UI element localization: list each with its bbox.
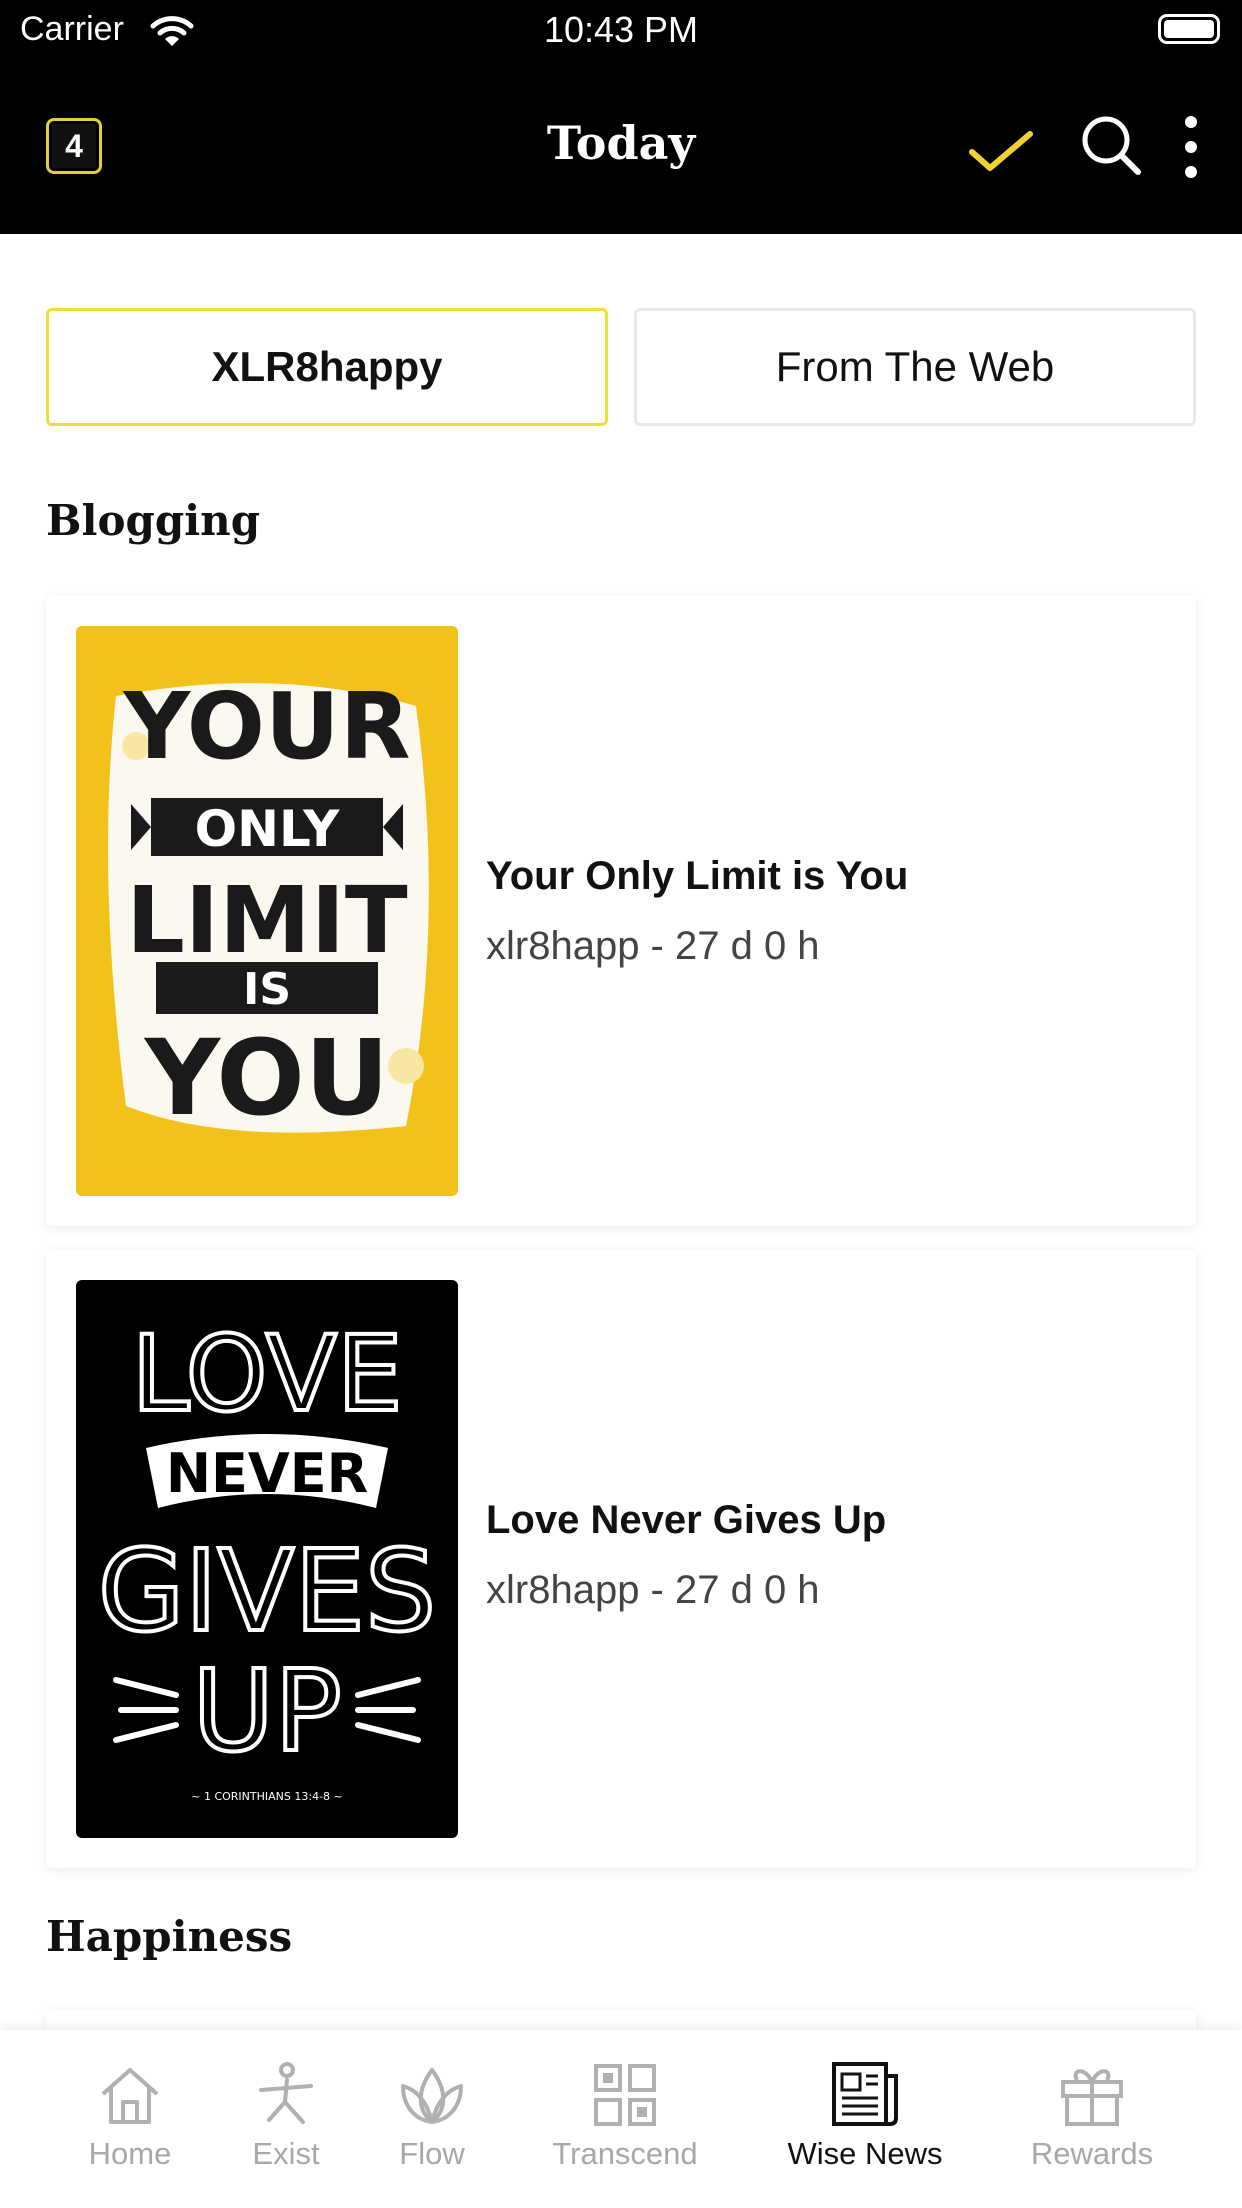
post-title[interactable]: Love Never Gives Up [486,1498,886,1543]
tab-home[interactable]: Home [70,2060,190,2172]
poster-word: ONLY [195,800,340,858]
poster-word: IS [243,964,291,1015]
poster-verse: ~ 1 CORINTHIANS 13:4-8 ~ [191,1790,343,1803]
battery-icon [1158,14,1220,44]
tab-label: Rewards [1030,2136,1154,2171]
segment-xlr8happy[interactable]: XLR8happy [46,308,608,426]
status-bar: Carrier 10:43 PM [0,0,1242,66]
poster-word: NEVER [166,1442,368,1505]
tab-flow[interactable]: Flow [382,2060,482,2172]
post-card[interactable]: YOUR ONLY LIMIT IS YOU Your Only Limit i… [46,596,1196,1226]
status-time: 10:43 PM [543,9,699,50]
poster-word: LOVE [131,1313,402,1435]
gift-icon [1061,2069,1123,2126]
home-icon [101,2068,159,2124]
tab-label: Home [88,2136,172,2171]
poster-word: GIVES [98,1527,436,1657]
poster-word: LIMIT [126,867,408,974]
check-icon[interactable] [968,116,1034,182]
tab-label: Transcend [552,2136,698,2171]
lotus-icon [401,2068,463,2124]
tab-rewards[interactable]: Rewards [1020,2060,1164,2172]
page-title: Today [546,116,696,170]
search-icon[interactable] [1078,112,1144,178]
section-title-blogging: Blogging [46,496,261,545]
poster-word: YOUR [122,673,410,780]
post-title[interactable]: Your Only Limit is You [486,854,908,899]
more-vertical-icon[interactable] [1174,112,1208,182]
bottom-tab-bar: Home Exist Flow Transcend Wise News Rewa… [0,2030,1242,2208]
tab-label: Wise News [787,2136,943,2171]
poster-word: UP [192,1647,342,1777]
nav-bar: 4 Today [0,66,1242,234]
poster-word: YOU [143,1017,389,1139]
grid-icon [594,2064,656,2126]
post-thumbnail[interactable]: LOVE NEVER GIVES UP ~ 1 CORINTHIANS 13:4… [76,1280,458,1838]
post-meta: xlr8happ - 27 d 0 h [486,924,820,968]
tab-label: Exist [252,2136,320,2171]
post-card[interactable]: LOVE NEVER GIVES UP ~ 1 CORINTHIANS 13:4… [46,1250,1196,1868]
newspaper-icon [832,2062,898,2126]
post-thumbnail[interactable]: YOUR ONLY LIMIT IS YOU [76,626,458,1196]
segment-from-the-web[interactable]: From The Web [634,308,1196,426]
yoga-pose-icon [259,2062,313,2124]
post-meta: xlr8happ - 27 d 0 h [486,1568,820,1612]
tab-exist[interactable]: Exist [236,2060,336,2172]
tab-wise-news[interactable]: Wise News [780,2060,950,2172]
tab-transcend[interactable]: Transcend [540,2060,710,2172]
tab-label: Flow [399,2136,465,2171]
section-title-happiness: Happiness [46,1912,293,1961]
